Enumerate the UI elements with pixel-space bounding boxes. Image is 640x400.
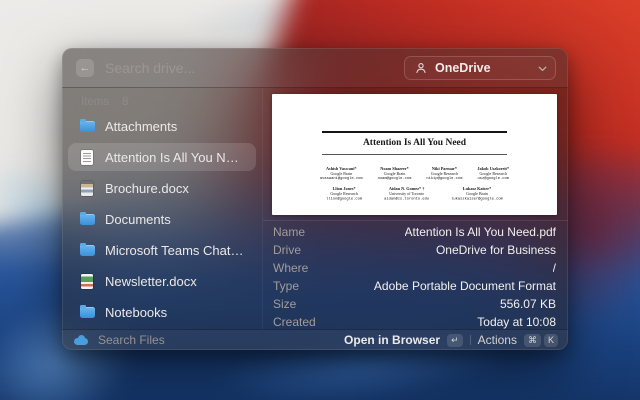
drive-selector-label: OneDrive bbox=[435, 61, 532, 75]
docx-thumbnail-icon bbox=[79, 181, 95, 196]
paper-author: Llion Jones* Google Research llion@googl… bbox=[326, 186, 362, 202]
status-bar-divider bbox=[470, 335, 471, 345]
folder-icon bbox=[79, 213, 95, 225]
list-item-label: Notebooks bbox=[105, 305, 167, 320]
paper-author: Niki Parmar* Google Research nikip@googl… bbox=[426, 166, 462, 182]
paper-author: Ashish Vaswani* Google Brain avaswani@go… bbox=[320, 166, 363, 182]
drive-selector-dropdown[interactable]: OneDrive bbox=[404, 56, 556, 80]
open-in-browser-button[interactable]: Open in Browser bbox=[344, 333, 440, 347]
paper-title: Attention Is All You Need bbox=[272, 138, 557, 148]
k-key-icon: K bbox=[544, 334, 558, 347]
list-item-newsletter[interactable]: Newsletter.docx bbox=[68, 267, 256, 295]
paper-rule-thin bbox=[322, 154, 507, 155]
folder-icon bbox=[79, 244, 95, 256]
metadata-row-size: Size 556.07 KB bbox=[273, 295, 556, 313]
results-count: 8 bbox=[122, 96, 128, 108]
results-header: Items 8 bbox=[68, 88, 256, 112]
list-item-teams-chat-files[interactable]: Microsoft Teams Chat Files bbox=[68, 236, 256, 264]
paper-author: Noam Shazeer* Google Brain noam@google.c… bbox=[378, 166, 412, 182]
list-item-notebooks[interactable]: Notebooks bbox=[68, 298, 256, 326]
desktop: ← OneDrive bbox=[0, 0, 640, 400]
metadata-row-name: Name Attention Is All You Need.pdf bbox=[273, 223, 556, 241]
list-item-attachments[interactable]: Attachments bbox=[68, 112, 256, 140]
onedrive-cloud-icon bbox=[74, 338, 88, 345]
status-bar-actions: Open in Browser ↵ Actions ⌘ K bbox=[344, 333, 558, 347]
window-body: Items 8 Attachments Attention Is All You… bbox=[62, 88, 568, 329]
actions-shortcut: ⌘ K bbox=[524, 334, 558, 347]
paper-authors-row-2: Llion Jones* Google Research llion@googl… bbox=[272, 186, 557, 202]
list-item-label: Newsletter.docx bbox=[105, 274, 197, 289]
metadata-row-type: Type Adobe Portable Document Format bbox=[273, 277, 556, 295]
paper-authors: Ashish Vaswani* Google Brain avaswani@go… bbox=[272, 166, 557, 202]
command-name: Search Files bbox=[98, 333, 344, 347]
command-key-icon: ⌘ bbox=[524, 334, 541, 347]
list-item-label: Attachments bbox=[105, 119, 177, 134]
list-item-label: Documents bbox=[105, 212, 171, 227]
results-header-label: Items bbox=[81, 96, 109, 108]
paper-author: Łukasz Kaiser* Google Brain lukaszkaiser… bbox=[451, 186, 503, 202]
list-item-label: Attention Is All You Need.pdf bbox=[105, 150, 245, 165]
back-button[interactable]: ← bbox=[76, 59, 94, 77]
back-arrow-icon: ← bbox=[80, 62, 91, 74]
actions-button[interactable]: Actions bbox=[478, 333, 517, 347]
results-list: Items 8 Attachments Attention Is All You… bbox=[62, 88, 262, 329]
list-item-label: Microsoft Teams Chat Files bbox=[105, 243, 245, 258]
list-item-label: Brochure.docx bbox=[105, 181, 189, 196]
list-item-brochure[interactable]: Brochure.docx bbox=[68, 174, 256, 202]
search-drive-window: ← OneDrive bbox=[62, 48, 568, 350]
pdf-preview-page: Attention Is All You Need Ashish Vaswani… bbox=[272, 94, 557, 215]
person-icon bbox=[413, 62, 429, 74]
search-bar: ← OneDrive bbox=[62, 48, 568, 88]
preview-panel: Attention Is All You Need Ashish Vaswani… bbox=[262, 88, 568, 329]
search-input[interactable] bbox=[105, 60, 404, 76]
pdf-document-icon bbox=[79, 150, 95, 165]
return-key-icon: ↵ bbox=[447, 334, 463, 347]
docx-thumbnail-icon bbox=[79, 274, 95, 289]
paper-authors-row-1: Ashish Vaswani* Google Brain avaswani@go… bbox=[272, 166, 557, 182]
paper-author: Aidan N. Gomez* † University of Toronto … bbox=[384, 186, 429, 202]
paper-author: Jakob Uszkoreit* Google Research usz@goo… bbox=[477, 166, 509, 182]
list-item-attention-pdf[interactable]: Attention Is All You Need.pdf bbox=[68, 143, 256, 171]
metadata-row-where: Where / bbox=[273, 259, 556, 277]
metadata-row-drive: Drive OneDrive for Business bbox=[273, 241, 556, 259]
chevron-down-icon bbox=[538, 59, 547, 77]
folder-icon bbox=[79, 306, 95, 318]
file-metadata: Name Attention Is All You Need.pdf Drive… bbox=[263, 220, 568, 331]
status-bar: Search Files Open in Browser ↵ Actions ⌘… bbox=[62, 329, 568, 350]
paper-rule-thick bbox=[322, 131, 507, 133]
list-item-documents[interactable]: Documents bbox=[68, 205, 256, 233]
folder-icon bbox=[79, 120, 95, 132]
